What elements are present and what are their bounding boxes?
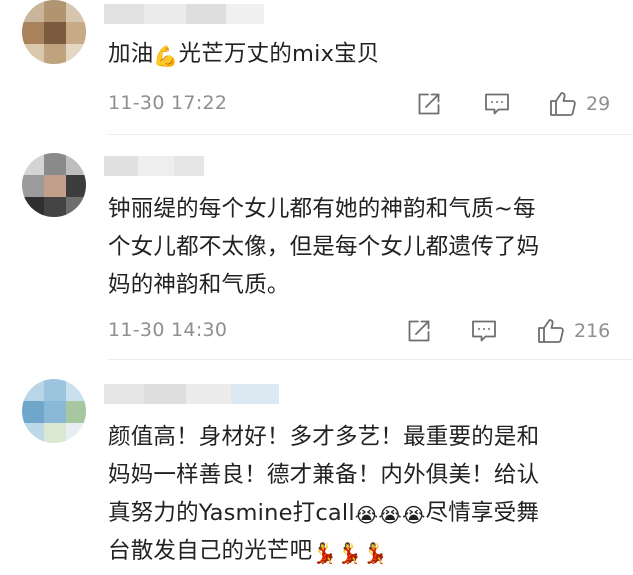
share-button[interactable]: [406, 317, 432, 345]
share-icon: [408, 320, 430, 342]
comment-text-line: 钟丽缇的每个女儿都有她的神韵和气质~每: [108, 196, 536, 222]
comment-item: 钟丽缇的每个女儿都有她的神韵和气质~每 个女儿都不太像，但是每个女儿都遗传了妈 …: [0, 135, 633, 365]
comment-text-line: 妈妈一样善良！德才兼备！内外俱美！给认: [108, 462, 540, 488]
divider: [108, 359, 633, 360]
comment-text-line: 妈的神韵和气质。: [108, 272, 290, 298]
share-button[interactable]: [416, 90, 442, 118]
comment-text-line: 个女儿都不太像，但是每个女儿都遗传了妈: [108, 234, 540, 260]
comment-text: 颜值高！身材好！多才多艺！最重要的是和 妈妈一样善良！德才兼备！内外俱美！给认 …: [108, 418, 613, 570]
comment-text: 加油💪光芒万丈的mix宝贝: [108, 35, 613, 73]
comment-text-part: 加油: [108, 41, 154, 67]
timestamp: 11-30 14:30: [108, 319, 228, 341]
flexed-biceps-emoji: 💪: [153, 44, 179, 68]
thumbs-up-icon: [550, 92, 576, 116]
comment-icon: [485, 93, 509, 115]
comment-text: 钟丽缇的每个女儿都有她的神韵和气质~每 个女儿都不太像，但是每个女儿都遗传了妈 …: [108, 190, 613, 304]
username[interactable]: [104, 384, 279, 404]
comment-item: 颜值高！身材好！多才多艺！最重要的是和 妈妈一样善良！德才兼备！内外俱美！给认 …: [0, 365, 633, 575]
comment-icon: [472, 320, 496, 342]
crying-emoji: 😭: [354, 503, 379, 527]
thumbs-up-icon: [538, 319, 564, 343]
avatar[interactable]: [22, 0, 86, 64]
share-icon: [418, 93, 440, 115]
comment-text-part: 尽情享受舞: [425, 500, 540, 526]
dancer-emoji: 💃: [362, 541, 388, 565]
comment-text-line: 颜值高！身材好！多才多艺！最重要的是和: [108, 424, 540, 450]
reply-button[interactable]: [483, 90, 511, 118]
crying-emoji: 😭: [378, 503, 402, 527]
avatar[interactable]: [22, 153, 86, 217]
username[interactable]: [104, 156, 204, 176]
like-count: 29: [586, 93, 611, 115]
like-button[interactable]: 29: [548, 90, 610, 118]
like-button[interactable]: 216: [536, 317, 610, 345]
crying-emoji: 😭: [401, 503, 426, 527]
avatar[interactable]: [22, 379, 86, 443]
dancer-emoji: 💃: [312, 541, 338, 565]
comment-item: 加油💪光芒万丈的mix宝贝 11-30 17:22 29: [0, 0, 633, 135]
reply-button[interactable]: [470, 317, 498, 345]
comment-text-part: 光芒万丈的mix宝贝: [178, 41, 380, 67]
like-count: 216: [574, 320, 611, 342]
comment-text-part: 台散发自己的光芒吧: [108, 538, 313, 564]
username[interactable]: [104, 4, 264, 24]
comment-meta: 11-30 14:30 216: [108, 317, 633, 347]
dancer-emoji: 💃: [337, 541, 363, 565]
comment-meta: 11-30 17:22 29: [108, 90, 633, 120]
comment-text-part: 真努力的Yasmine打call: [108, 500, 355, 526]
timestamp: 11-30 17:22: [108, 92, 228, 114]
